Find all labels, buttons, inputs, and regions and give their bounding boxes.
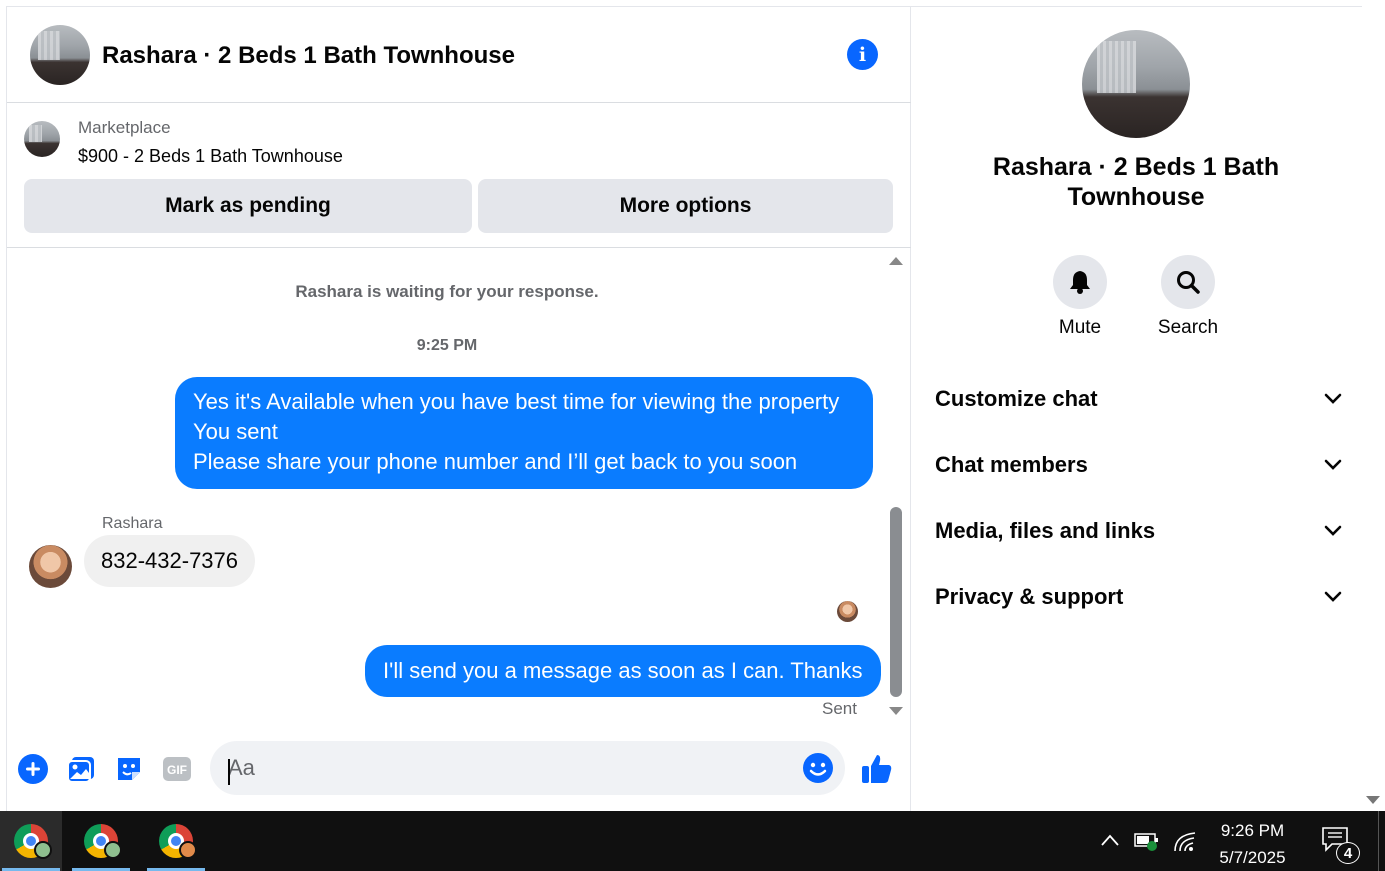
profile-badge-icon bbox=[34, 841, 52, 859]
mute-button[interactable]: Mute bbox=[1035, 255, 1125, 339]
details-avatar[interactable] bbox=[1082, 30, 1190, 138]
sender-name: Rashara bbox=[102, 515, 163, 532]
message-line: You sent bbox=[193, 419, 278, 444]
search-button[interactable]: Search bbox=[1143, 255, 1233, 339]
sender-avatar[interactable] bbox=[29, 545, 72, 588]
taskbar-chrome-app[interactable] bbox=[70, 811, 132, 871]
gif-icon[interactable]: GIF bbox=[161, 753, 193, 785]
composer: GIF bbox=[7, 732, 911, 807]
mark-as-pending-button[interactable]: Mark as pending bbox=[24, 179, 472, 233]
chevron-down-icon bbox=[1324, 591, 1342, 602]
section-privacy-support[interactable]: Privacy & support bbox=[935, 575, 1342, 619]
details-title: Rashara · 2 Beds 1 Bath Townhouse bbox=[992, 153, 1280, 211]
section-label: Customize chat bbox=[935, 386, 1098, 411]
conversation-details-panel: Rashara · 2 Beds 1 Bath Townhouse Mute S… bbox=[911, 6, 1362, 811]
section-media-files-links[interactable]: Media, files and links bbox=[935, 509, 1342, 553]
outgoing-message[interactable]: Yes it's Available when you have best ti… bbox=[175, 377, 873, 489]
waiting-notice: Rashara is waiting for your response. bbox=[295, 282, 599, 301]
message-status: Sent bbox=[822, 699, 857, 718]
profile-badge-icon bbox=[104, 841, 122, 859]
scroll-up-arrow[interactable] bbox=[889, 257, 903, 265]
section-customize-chat[interactable]: Customize chat bbox=[935, 377, 1342, 421]
section-label: Privacy & support bbox=[935, 584, 1124, 609]
window-scroll-down-arrow[interactable] bbox=[1366, 796, 1380, 804]
chevron-down-icon bbox=[1324, 525, 1342, 536]
outgoing-message[interactable]: I'll send you a message as soon as I can… bbox=[365, 645, 881, 697]
photo-icon[interactable] bbox=[65, 753, 97, 785]
taskbar: 9:26 PM 5/7/2025 4 bbox=[0, 811, 1385, 871]
taskbar-chrome-app[interactable] bbox=[0, 811, 62, 871]
tray-chevron-up-icon[interactable] bbox=[1100, 831, 1120, 852]
info-icon[interactable]: i bbox=[847, 39, 878, 70]
search-icon[interactable] bbox=[1161, 255, 1215, 309]
taskbar-chrome-app[interactable] bbox=[145, 811, 207, 871]
chat-header: Rashara · 2 Beds 1 Bath Townhouse i bbox=[7, 7, 911, 103]
taskbar-clock[interactable]: 9:26 PM 5/7/2025 bbox=[1205, 817, 1300, 871]
show-desktop-button[interactable] bbox=[1378, 811, 1385, 871]
message-line: Yes it's Available when you have best ti… bbox=[193, 389, 840, 414]
more-options-button[interactable]: More options bbox=[478, 179, 893, 233]
listing-bar: Marketplace $900 - 2 Beds 1 Bath Townhou… bbox=[7, 104, 911, 248]
message-input[interactable] bbox=[210, 741, 845, 795]
notification-count-badge: 4 bbox=[1336, 842, 1360, 864]
bell-icon[interactable] bbox=[1053, 255, 1107, 309]
clock-date: 5/7/2025 bbox=[1219, 848, 1286, 867]
section-label: Chat members bbox=[935, 452, 1088, 477]
chevron-down-icon bbox=[1324, 393, 1342, 404]
conversation-avatar[interactable] bbox=[30, 25, 90, 85]
section-chat-members[interactable]: Chat members bbox=[935, 443, 1342, 487]
emoji-icon[interactable] bbox=[802, 752, 834, 784]
read-receipt-avatar bbox=[837, 601, 858, 622]
clock-time: 9:26 PM bbox=[1220, 821, 1285, 840]
listing-thumbnail[interactable] bbox=[24, 121, 60, 157]
incoming-message[interactable]: 832-432-7376 bbox=[84, 535, 256, 587]
time-divider: 9:25 PM bbox=[416, 337, 478, 354]
search-label: Search bbox=[1157, 317, 1219, 338]
thumbs-up-icon[interactable] bbox=[859, 751, 895, 787]
plus-icon[interactable] bbox=[17, 753, 49, 785]
profile-badge-icon bbox=[179, 841, 197, 859]
svg-text:GIF: GIF bbox=[167, 763, 187, 777]
conversation-title[interactable]: Rashara · 2 Beds 1 Bath Townhouse bbox=[102, 42, 515, 70]
sticker-icon[interactable] bbox=[113, 753, 145, 785]
message-list: Rashara is waiting for your response. 9:… bbox=[7, 249, 911, 729]
scroll-down-arrow[interactable] bbox=[889, 707, 903, 715]
mute-label: Mute bbox=[1058, 317, 1102, 338]
chat-panel: Rashara · 2 Beds 1 Bath Townhouse i Mark… bbox=[6, 6, 911, 811]
listing-source: Marketplace bbox=[78, 118, 171, 137]
wifi-icon[interactable] bbox=[1172, 829, 1198, 853]
section-label: Media, files and links bbox=[935, 518, 1156, 543]
message-line: Please share your phone number and I’ll … bbox=[193, 449, 798, 474]
text-caret bbox=[228, 759, 230, 785]
listing-price-title[interactable]: $900 - 2 Beds 1 Bath Townhouse bbox=[78, 146, 343, 167]
chevron-down-icon bbox=[1324, 459, 1342, 470]
battery-icon[interactable] bbox=[1134, 831, 1160, 851]
scrollbar-thumb[interactable] bbox=[890, 507, 902, 697]
window-scrollbar[interactable] bbox=[1362, 0, 1385, 811]
